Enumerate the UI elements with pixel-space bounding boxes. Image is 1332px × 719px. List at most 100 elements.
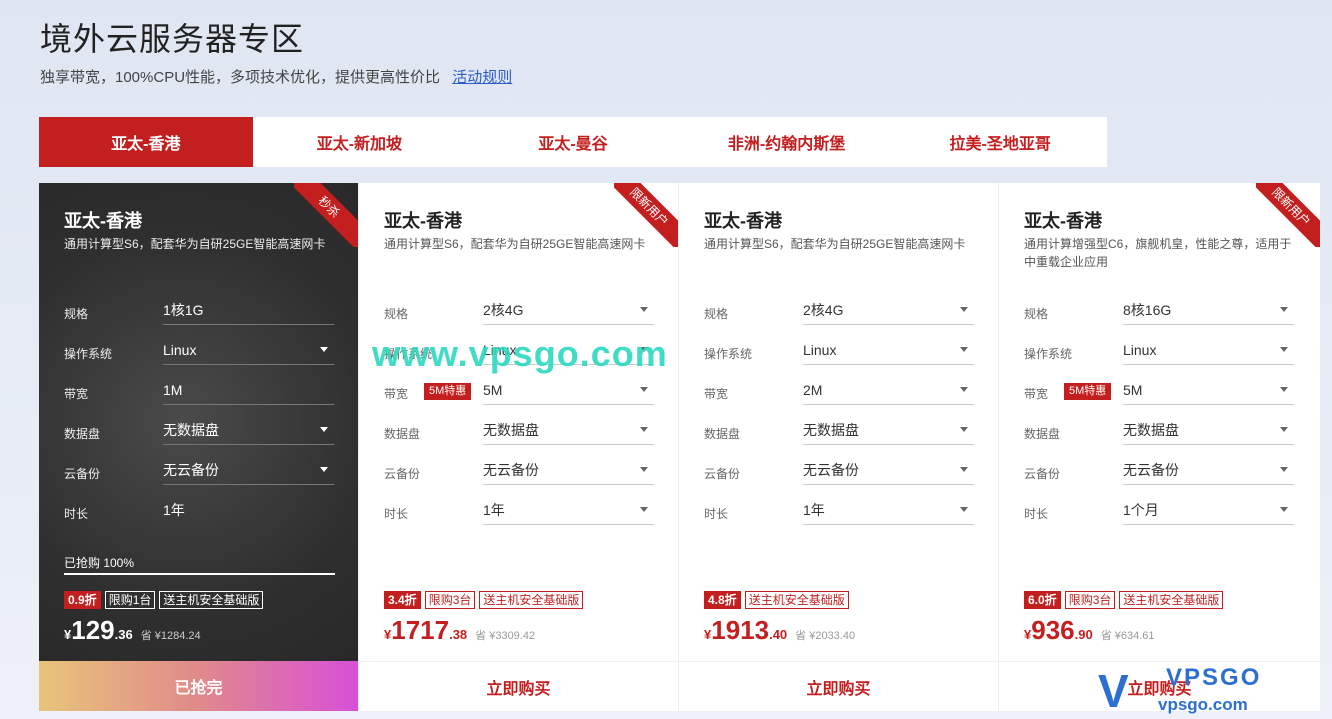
card-description: 通用计算型S6，配套华为自研25GE智能高速网卡: [64, 237, 326, 251]
spec-label: 数据盘: [384, 427, 421, 441]
spec-value-text: 2核4G: [803, 302, 844, 318]
product-cards: 秒杀 亚太-香港 通用计算型S6，配套华为自研25GE智能高速网卡 规格 1核1…: [39, 183, 1320, 711]
price-decimal: .38: [449, 627, 468, 642]
size-select[interactable]: 8核16G: [1123, 295, 1294, 325]
price-savings: 省 ¥2033.40: [795, 630, 856, 642]
disk-select[interactable]: 无数据盘: [483, 415, 654, 445]
duration-select[interactable]: 1年: [483, 495, 654, 525]
spec-row-bandwidth: 带宽 2M: [704, 373, 974, 413]
spec-label: 带宽: [1024, 387, 1049, 401]
spec-value-text: 1年: [163, 502, 185, 518]
spec-label: 时长: [704, 507, 729, 521]
buy-now-button[interactable]: 立即购买: [679, 661, 998, 711]
spec-label: 带宽: [704, 387, 729, 401]
disk-select[interactable]: 无数据盘: [163, 415, 334, 445]
spec-label: 规格: [704, 307, 729, 321]
backup-select[interactable]: 无云备份: [163, 455, 334, 485]
spec-label: 云备份: [1024, 467, 1061, 481]
promo-tags: 3.4折 限购3台 送主机安全基础版: [384, 591, 584, 609]
spec-row-size: 规格 2核4G: [704, 293, 974, 333]
gift-tag: 送主机安全基础版: [1119, 591, 1224, 609]
limit-tag: 限购3台: [1064, 591, 1116, 609]
spec-value: 1核1G: [163, 295, 334, 325]
tab-singapore[interactable]: 亚太-新加坡: [253, 117, 467, 167]
backup-select[interactable]: 无云备份: [803, 455, 974, 485]
bandwidth-select[interactable]: 5M: [1123, 375, 1294, 405]
spec-value-text: 1M: [163, 382, 183, 398]
os-select[interactable]: Linux: [803, 335, 974, 365]
os-select[interactable]: Linux: [163, 335, 334, 365]
page-subtitle: 独享带宽，100%CPU性能，多项技术优化，提供更高性价比 活动规则: [40, 66, 512, 87]
product-card: 亚太-香港 通用计算型S6，配套华为自研25GE智能高速网卡 规格 2核4G 操…: [679, 183, 999, 711]
sold-out-button[interactable]: 已抢完: [39, 661, 358, 711]
price-decimal: .90: [1074, 627, 1093, 642]
limit-tag: 限购3台: [424, 591, 476, 609]
backup-select[interactable]: 无云备份: [1123, 455, 1294, 485]
caret-down-icon: [640, 427, 648, 432]
promo-tags: 0.9折 限购1台 送主机安全基础版: [64, 591, 264, 609]
caret-down-icon: [1280, 507, 1288, 512]
spec-label: 规格: [1024, 307, 1049, 321]
spec-label: 数据盘: [1024, 427, 1061, 441]
spec-row-os: 操作系统 Linux: [704, 333, 974, 373]
price: ¥1913.40 省 ¥2033.40: [704, 615, 855, 646]
backup-select[interactable]: 无云备份: [483, 455, 654, 485]
size-select[interactable]: 2核4G: [803, 295, 974, 325]
tab-johannesburg[interactable]: 非洲-约翰内斯堡: [680, 117, 894, 167]
progress-label: 已抢购 100%: [64, 556, 135, 570]
spec-row-os: 操作系统 Linux: [1024, 333, 1294, 373]
spec-row-disk: 数据盘 无数据盘: [384, 413, 654, 453]
tab-bangkok[interactable]: 亚太-曼谷: [466, 117, 680, 167]
spec-label: 带宽: [64, 387, 89, 401]
spec-label: 云备份: [704, 467, 741, 481]
caret-down-icon: [960, 347, 968, 352]
caret-down-icon: [320, 427, 328, 432]
spec-label: 云备份: [64, 467, 101, 481]
caret-down-icon: [640, 307, 648, 312]
size-select[interactable]: 2核4G: [483, 295, 654, 325]
spec-row-disk: 数据盘 无数据盘: [704, 413, 974, 453]
bandwidth-select[interactable]: 5M: [483, 375, 654, 405]
spec-value-text: 1核1G: [163, 302, 204, 318]
spec-row-bandwidth: 带宽 5M特惠 5M: [384, 373, 654, 413]
duration-select[interactable]: 1年: [803, 495, 974, 525]
os-select[interactable]: Linux: [1123, 335, 1294, 365]
tab-hongkong[interactable]: 亚太-香港: [39, 117, 253, 167]
buy-now-button[interactable]: 立即购买: [359, 661, 678, 711]
rules-link[interactable]: 活动规则: [452, 69, 512, 86]
card-description: 通用计算增强型C6，旗舰机皇，性能之尊，适用于中重载企业应用: [1024, 237, 1292, 269]
tab-santiago[interactable]: 拉美-圣地亚哥: [893, 117, 1107, 167]
caret-down-icon: [960, 387, 968, 392]
spec-row-size: 规格 2核4G: [384, 293, 654, 333]
spec-row-backup: 云备份 无云备份: [1024, 453, 1294, 493]
bandwidth-select[interactable]: 2M: [803, 375, 974, 405]
spec-label: 操作系统: [1024, 347, 1073, 361]
price: ¥129.36 省 ¥1284.24: [64, 615, 201, 646]
price: ¥936.90 省 ¥634.61: [1024, 615, 1155, 646]
disk-select[interactable]: 无数据盘: [803, 415, 974, 445]
spec-value-text: 无数据盘: [1123, 422, 1179, 438]
spec-value-text: Linux: [803, 342, 837, 358]
caret-down-icon: [960, 467, 968, 472]
price-decimal: .36: [114, 627, 133, 642]
product-card: 限新用户 亚太-香港 通用计算增强型C6，旗舰机皇，性能之尊，适用于中重载企业应…: [999, 183, 1320, 711]
page-title: 境外云服务器专区: [40, 21, 305, 57]
gift-tag: 送主机安全基础版: [159, 591, 264, 609]
logo-url: vpsgo.com: [1158, 695, 1248, 714]
spec-row-backup: 云备份 无云备份: [384, 453, 654, 493]
spec-value-text: 无数据盘: [803, 422, 859, 438]
spec-row-backup: 云备份 无云备份: [704, 453, 974, 493]
spec-label: 时长: [1024, 507, 1049, 521]
price-savings: 省 ¥1284.24: [140, 630, 201, 642]
disk-select[interactable]: 无数据盘: [1123, 415, 1294, 445]
logo-mark: V: [1098, 665, 1129, 717]
spec-label: 云备份: [384, 467, 421, 481]
product-card-flash-sale: 秒杀 亚太-香港 通用计算型S6，配套华为自研25GE智能高速网卡 规格 1核1…: [39, 183, 359, 711]
spec-label: 操作系统: [704, 347, 753, 361]
spec-value: 1年: [163, 495, 334, 525]
price-integer: 129: [71, 615, 115, 645]
spec-value-text: 8核16G: [1123, 302, 1172, 318]
duration-select[interactable]: 1个月: [1123, 495, 1294, 525]
product-card: 限新用户 亚太-香港 通用计算型S6，配套华为自研25GE智能高速网卡 规格 2…: [359, 183, 679, 711]
spec-row-duration: 时长 1个月: [1024, 493, 1294, 533]
